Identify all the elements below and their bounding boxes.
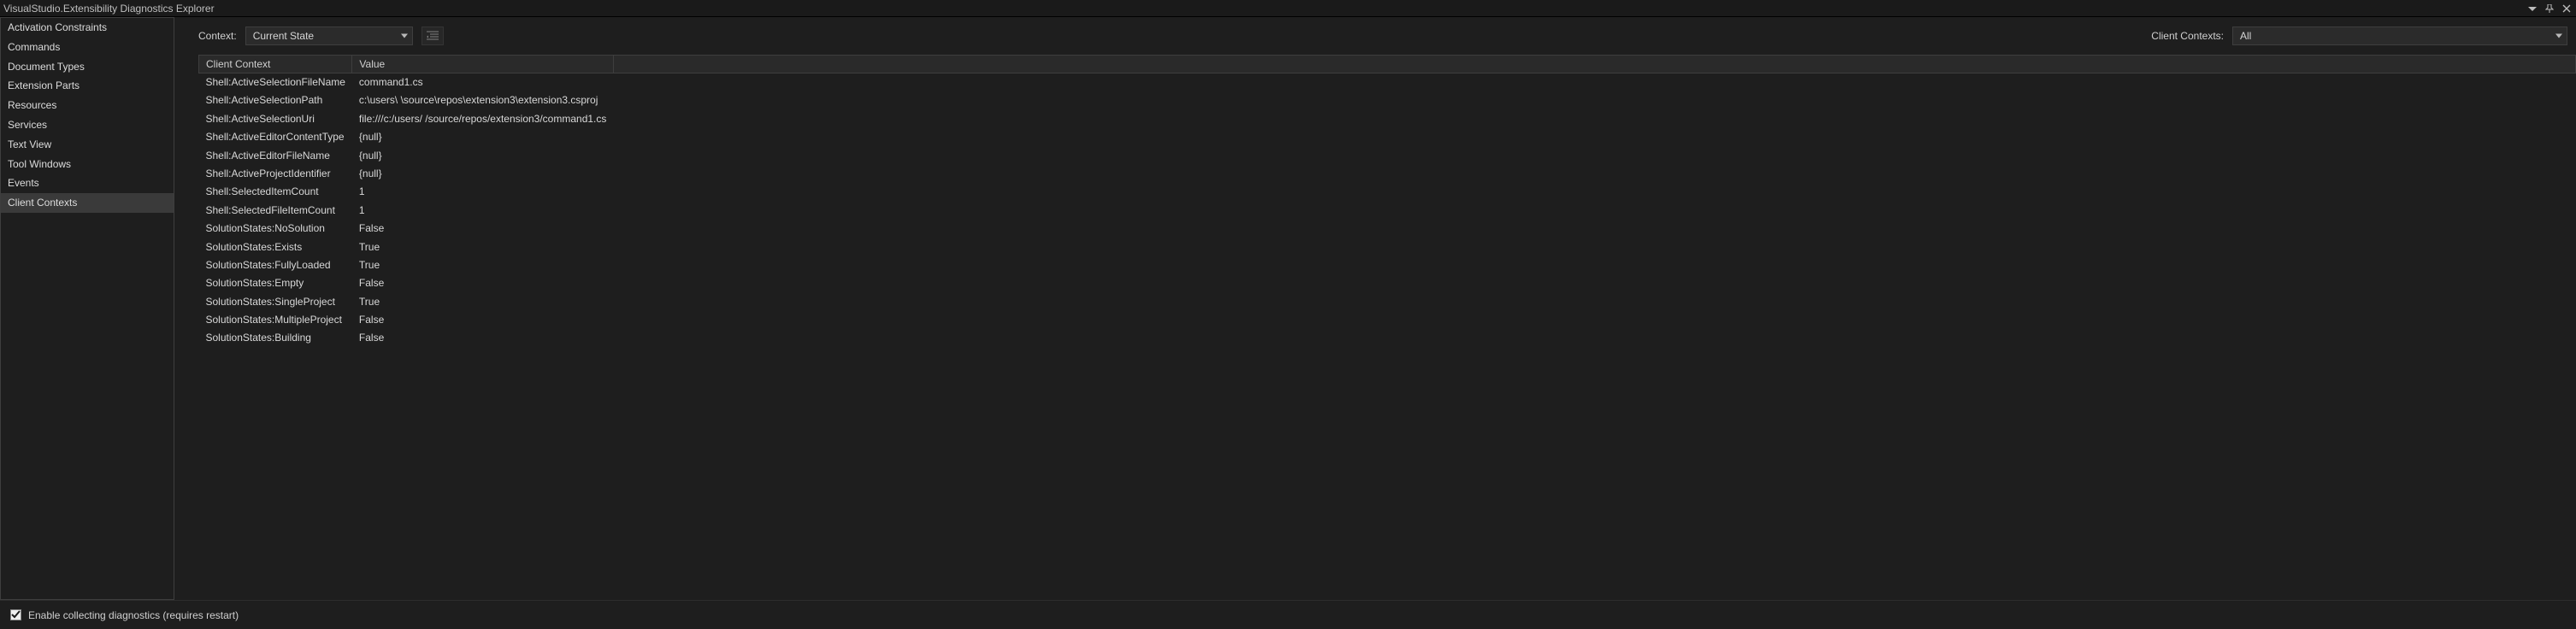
context-key: SolutionStates:Building (199, 329, 352, 347)
sidebar-item[interactable]: Tool Windows (1, 155, 174, 174)
chevron-down-icon (401, 34, 408, 38)
table-row[interactable]: Shell:SelectedFileItemCount1 (199, 202, 2576, 220)
table-row[interactable]: Shell:ActiveProjectIdentifier{null} (199, 165, 2576, 183)
context-value: False (352, 274, 613, 292)
table-row[interactable]: SolutionStates:BuildingFalse (199, 329, 2576, 347)
context-key: Shell:SelectedItemCount (199, 183, 352, 201)
client-contexts-dropdown-value: All (2240, 30, 2251, 42)
table-row[interactable]: SolutionStates:EmptyFalse (199, 274, 2576, 292)
context-value: 1 (352, 202, 613, 220)
context-dropdown[interactable]: Current State (245, 26, 413, 45)
context-key: Shell:ActiveEditorContentType (199, 128, 352, 146)
table-header-row: Client Context Value (199, 56, 2576, 73)
context-value: c:\users\ \source\repos\extension3\exten… (352, 91, 613, 109)
close-icon[interactable] (2561, 3, 2573, 15)
context-value: {null} (352, 165, 613, 183)
context-dropdown-value: Current State (253, 30, 314, 42)
context-key: Shell:ActiveProjectIdentifier (199, 165, 352, 183)
window-title: VisualStudio.Extensibility Diagnostics E… (3, 3, 2526, 15)
sidebar-item[interactable]: Client Contexts (1, 193, 174, 213)
context-table: Client Context Value Shell:ActiveSelecti… (198, 55, 2576, 348)
context-key: SolutionStates:NoSolution (199, 220, 352, 238)
chevron-down-icon (2555, 34, 2562, 38)
context-value: False (352, 220, 613, 238)
table-row[interactable]: Shell:SelectedItemCount1 (199, 183, 2576, 201)
sidebar-item[interactable]: Text View (1, 135, 174, 155)
table-row[interactable]: SolutionStates:NoSolutionFalse (199, 220, 2576, 238)
table-row[interactable]: SolutionStates:SingleProjectTrue (199, 293, 2576, 311)
table-row[interactable]: SolutionStates:ExistsTrue (199, 238, 2576, 256)
context-value: {null} (352, 128, 613, 146)
context-value: {null} (352, 147, 613, 165)
context-value: command1.cs (352, 73, 613, 92)
table-row[interactable]: SolutionStates:FullyLoadedTrue (199, 256, 2576, 274)
client-contexts-dropdown[interactable]: All (2232, 26, 2567, 45)
context-key: SolutionStates:FullyLoaded (199, 256, 352, 274)
sidebar-item[interactable]: Commands (1, 38, 174, 57)
context-key: Shell:SelectedFileItemCount (199, 202, 352, 220)
sidebar-item[interactable]: Services (1, 115, 174, 135)
column-header[interactable]: Client Context (199, 56, 352, 73)
context-key: SolutionStates:MultipleProject (199, 311, 352, 329)
sidebar-item[interactable]: Events (1, 173, 174, 193)
context-key: SolutionStates:SingleProject (199, 293, 352, 311)
client-contexts-label: Client Contexts: (2151, 30, 2224, 42)
outdent-button[interactable] (421, 26, 444, 45)
table-wrap: Client Context Value Shell:ActiveSelecti… (198, 55, 2576, 600)
column-header[interactable] (613, 56, 2575, 73)
context-key: Shell:ActiveSelectionFileName (199, 73, 352, 92)
toolbar: Context: Current State Client Contexts: … (198, 17, 2576, 55)
sidebar-item[interactable]: Document Types (1, 57, 174, 77)
footer: Enable collecting diagnostics (requires … (0, 600, 2576, 629)
context-value: 1 (352, 183, 613, 201)
window-controls (2526, 3, 2573, 15)
sidebar-item[interactable]: Extension Parts (1, 76, 174, 96)
table-row[interactable]: Shell:ActiveSelectionFileNamecommand1.cs (199, 73, 2576, 92)
pin-icon[interactable] (2544, 3, 2555, 15)
titlebar: VisualStudio.Extensibility Diagnostics E… (0, 0, 2576, 17)
enable-diagnostics-label[interactable]: Enable collecting diagnostics (requires … (28, 609, 239, 621)
table-row[interactable]: Shell:ActiveSelectionPathc:\users\ \sour… (199, 91, 2576, 109)
content: Context: Current State Client Contexts: … (174, 17, 2576, 600)
enable-diagnostics-checkbox[interactable] (10, 609, 21, 620)
sidebar-item[interactable]: Resources (1, 96, 174, 115)
window-menu-icon[interactable] (2526, 3, 2538, 15)
context-value: True (352, 293, 613, 311)
context-value: False (352, 329, 613, 347)
sidebar: Activation ConstraintsCommandsDocument T… (0, 17, 174, 600)
table-row[interactable]: Shell:ActiveEditorFileName{null} (199, 147, 2576, 165)
window: VisualStudio.Extensibility Diagnostics E… (0, 0, 2576, 629)
context-key: Shell:ActiveEditorFileName (199, 147, 352, 165)
table-row[interactable]: Shell:ActiveSelectionUrifile:///c:/users… (199, 110, 2576, 128)
context-key: SolutionStates:Empty (199, 274, 352, 292)
context-key: Shell:ActiveSelectionPath (199, 91, 352, 109)
sidebar-item[interactable]: Activation Constraints (1, 18, 174, 38)
context-key: Shell:ActiveSelectionUri (199, 110, 352, 128)
context-value: True (352, 238, 613, 256)
context-value: file:///c:/users/ /source/repos/extensio… (352, 110, 613, 128)
context-label: Context: (198, 30, 237, 42)
table-row[interactable]: Shell:ActiveEditorContentType{null} (199, 128, 2576, 146)
context-value: False (352, 311, 613, 329)
body: Activation ConstraintsCommandsDocument T… (0, 17, 2576, 600)
column-header[interactable]: Value (352, 56, 613, 73)
context-key: SolutionStates:Exists (199, 238, 352, 256)
context-value: True (352, 256, 613, 274)
table-row[interactable]: SolutionStates:MultipleProjectFalse (199, 311, 2576, 329)
